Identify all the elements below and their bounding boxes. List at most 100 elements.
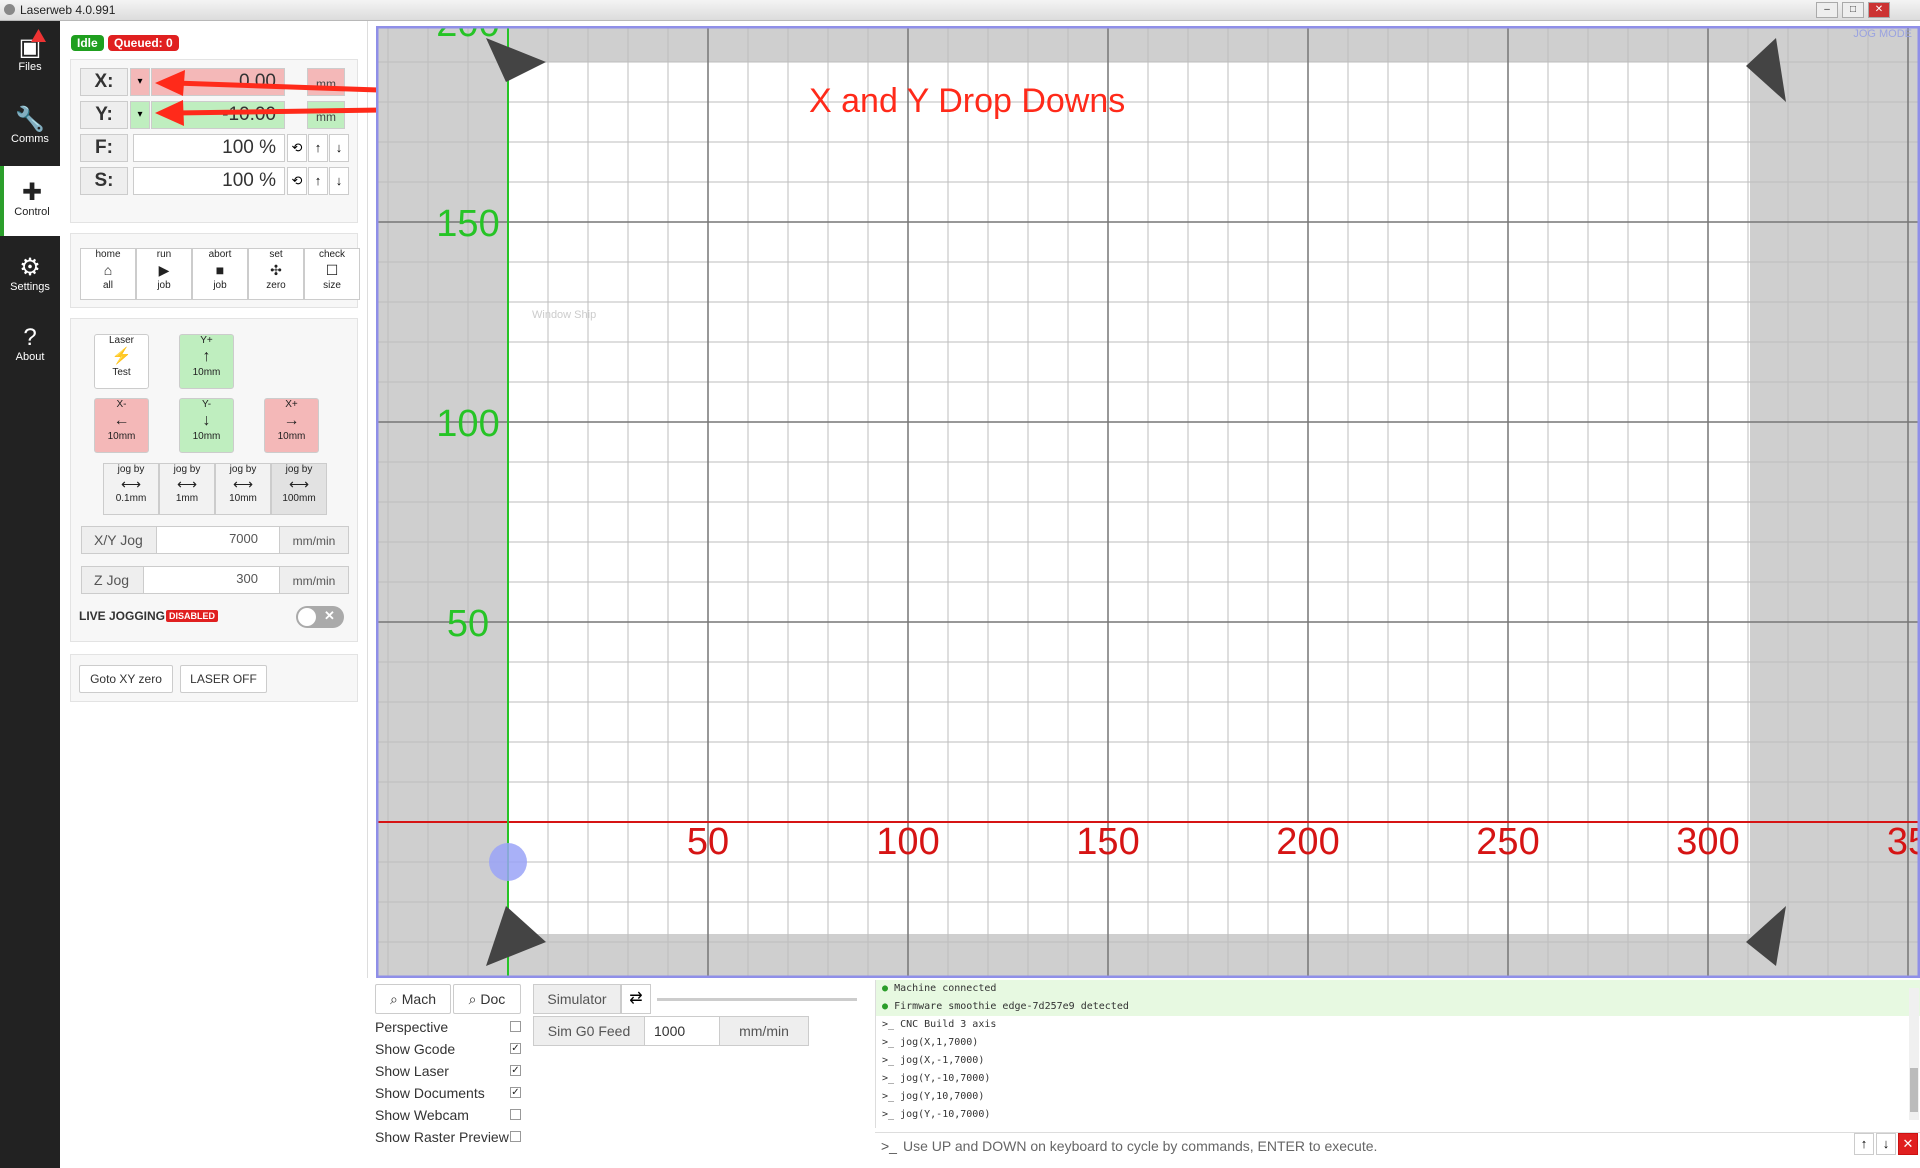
close-window-button[interactable]: ✕ [1868,2,1890,18]
y-minus-label: Y- [201,399,212,410]
show-gcode-checkbox[interactable]: ✓ [510,1043,521,1054]
console-line: >_ jog(X,1,7000) [882,1037,979,1048]
question-icon: ? [23,324,37,351]
clear-console-button[interactable]: ✕ [1898,1133,1918,1155]
search-icon: ⌕ [390,991,398,1007]
nav-files[interactable]: ▣ Files [0,21,60,91]
x-tick-label: 200 [1276,821,1339,863]
goto-xy-zero-button[interactable]: Goto XY zero [79,665,173,693]
jog-mode-label: JOG MODE [1853,28,1912,40]
mach-view-button[interactable]: ⌕ Mach [375,984,451,1014]
home-icon: ⌂ [103,262,113,278]
grid-svg: 501001502002503003520015010050 [376,26,1920,978]
sim-feed-input[interactable]: 1000 [654,1017,685,1045]
doc-view-button[interactable]: ⌕ Doc [453,984,521,1014]
set-zero-button[interactable]: set ✣ zero [248,248,304,300]
nav-settings[interactable]: ⚙ Settings [0,241,60,311]
option-perspective-label: Perspective [375,1019,449,1035]
actions-box: Goto XY zero LASER OFF [70,654,358,702]
nav-about-label: About [15,351,45,363]
laser-test-sublabel: Test [112,367,131,378]
window-title: Laserweb 4.0.991 [20,3,116,17]
set-label: set [269,249,283,260]
y-position: -10.00 [151,101,285,129]
maximize-button[interactable]: □ [1842,2,1864,18]
workspace-canvas[interactable]: 501001502002503003520015010050 JOG MODE … [376,26,1920,978]
laser-test-button[interactable]: Laser ⚡ Test [94,334,149,389]
step-value: 1mm [175,493,199,504]
spindle-up-button[interactable]: ↑ [308,167,328,195]
jog-y-plus-button[interactable]: Y+ ↑ 10mm [179,334,234,389]
y-dropdown-button[interactable]: ▾ [130,101,150,129]
option-show-gcode-label: Show Gcode [375,1041,456,1057]
s-override-label: S: [80,167,128,195]
nav-about[interactable]: ? About [0,311,60,381]
y-tick-label: 100 [436,403,499,445]
x-plus-label: X+ [285,399,298,410]
scrollbar-thumb[interactable] [1910,1068,1918,1112]
x-position: 0.00 [151,68,285,96]
show-raster-preview-checkbox[interactable] [510,1131,521,1142]
z-jog-input[interactable]: 300 [146,567,258,593]
jog-x-minus-button[interactable]: X- ← 10mm [94,398,149,453]
feed-down-button[interactable]: ↓ [329,134,349,162]
jog-y-minus-button[interactable]: Y- ↓ 10mm [179,398,234,453]
x-dropdown-button[interactable]: ▾ [130,68,150,96]
y-plus-label: Y+ [200,335,213,346]
arrow-up-icon: ↑ [202,348,211,365]
swap-icon[interactable]: ⇄ [621,984,651,1014]
console-line: >_ jog(X,-1,7000) [882,1055,985,1066]
show-documents-checkbox[interactable]: ✓ [510,1087,521,1098]
double-arrow-icon: ⟷ [176,476,198,492]
check-sublabel: size [323,280,341,291]
step-label: jog by [285,464,313,475]
abort-label: abort [208,249,232,260]
y-unit: mm [307,101,345,129]
minimize-button[interactable]: – [1816,2,1838,18]
nav-control[interactable]: ✚ Control [0,166,60,236]
history-up-button[interactable]: ↑ [1854,1133,1874,1155]
command-input[interactable]: Use UP and DOWN on keyboard to cycle by … [903,1138,1377,1154]
show-laser-checkbox[interactable]: ✓ [510,1065,521,1076]
home-label: home [95,249,121,260]
files-icon: ▣ [18,34,42,61]
reset-icon[interactable]: ⟲ [287,167,307,195]
history-down-button[interactable]: ↓ [1876,1133,1896,1155]
option-show-laser-label: Show Laser [375,1063,449,1079]
check-size-button[interactable]: check ☐ size [304,248,360,300]
home-all-button[interactable]: home ⌂ all [80,248,136,300]
z-jog-speed: Z Jog 300 mm/min [81,566,349,594]
nav-control-label: Control [14,206,50,218]
jog-step-10mm[interactable]: jog by ⟷ 10mm [215,463,271,515]
nav-comms[interactable]: 🔧 Comms [0,93,60,163]
run-job-button[interactable]: run ▶ job [136,248,192,300]
step-label: jog by [173,464,201,475]
option-show-webcam-label: Show Webcam [375,1107,469,1123]
console-text: Machine connected [894,983,997,994]
toggle-knob [298,608,316,626]
doc-label: Doc [480,991,506,1007]
console-log: ● Machine connected ● Firmware smoothie … [875,980,1920,1128]
jog-step-1mm[interactable]: jog by ⟷ 1mm [159,463,215,515]
y-minus-step: 10mm [192,431,221,442]
simulator-slider[interactable] [657,998,857,1001]
show-webcam-checkbox[interactable] [510,1109,521,1120]
close-icon: ✕ [324,608,335,623]
xy-jog-input[interactable]: 7000 [158,527,258,553]
jog-step-100mm[interactable]: jog by ⟷ 100mm [271,463,327,515]
abort-job-button[interactable]: abort ■ job [192,248,248,300]
perspective-checkbox[interactable] [510,1021,521,1032]
sim-feed-unit: mm/min [719,1017,808,1045]
jog-step-0.1mm[interactable]: jog by ⟷ 0.1mm [103,463,159,515]
console-scrollbar[interactable] [1909,988,1919,1120]
step-value: 10mm [229,493,257,504]
nav-comms-label: Comms [11,133,49,145]
jog-x-plus-button[interactable]: X+ → 10mm [264,398,319,453]
feed-up-button[interactable]: ↑ [308,134,328,162]
laser-off-button[interactable]: LASER OFF [180,665,267,693]
console-text: Firmware smoothie edge-7d257e9 detected [894,1001,1129,1012]
set-sublabel: zero [266,280,286,291]
live-jogging-toggle[interactable]: ✕ [296,606,344,628]
spindle-down-button[interactable]: ↓ [329,167,349,195]
reset-icon[interactable]: ⟲ [287,134,307,162]
